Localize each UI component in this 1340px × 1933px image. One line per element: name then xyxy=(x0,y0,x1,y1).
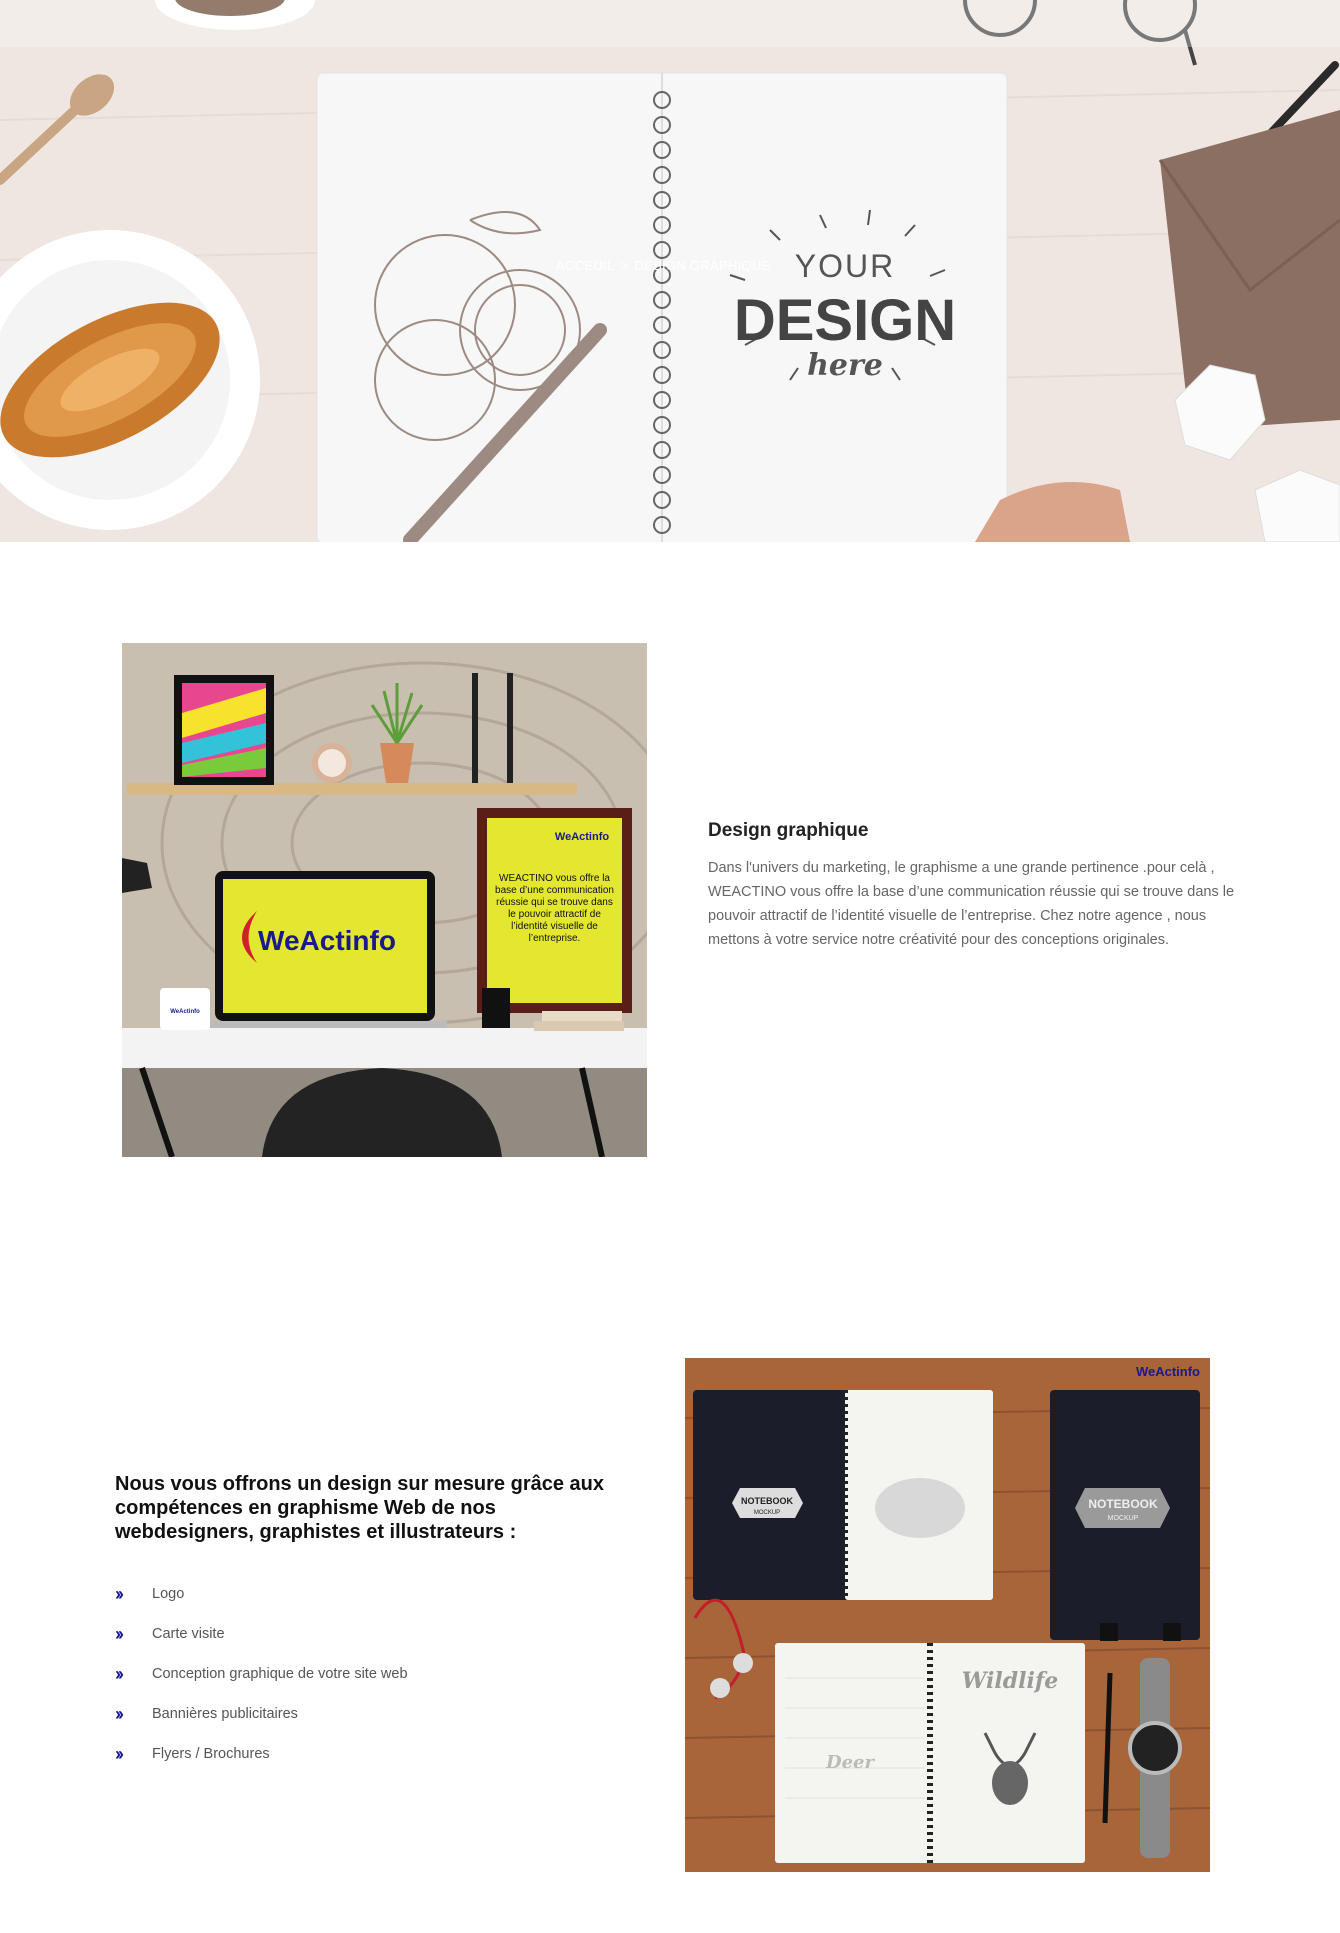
hero-text-design: DESIGN xyxy=(734,288,956,353)
laptop-brand-text: WeActinfo xyxy=(258,925,396,956)
list-item-label: Conception graphique de votre site web xyxy=(152,1666,408,1682)
hero-banner: YOUR DESIGN here ACCEUIL > DESIGN GRAPHIQU… xyxy=(0,0,1340,542)
design-mockup-image: WeActinfo WEACTINO vous offre la base d’… xyxy=(122,643,647,1157)
breadcrumb-home-link[interactable]: ACCEUIL xyxy=(556,258,614,273)
double-chevron-right-icon: ›› xyxy=(115,1663,124,1684)
mug-brand-text: WeActinfo xyxy=(170,1009,200,1015)
badge-left-line2: MOCKUP xyxy=(754,1510,780,1516)
badge-left-line1: NOTEBOOK xyxy=(741,1496,794,1506)
double-chevron-right-icon: ›› xyxy=(115,1703,124,1724)
badge-right-line2: MOCKUP xyxy=(1108,1515,1139,1522)
section-title: Design graphique xyxy=(708,820,869,841)
hero-text-here: here xyxy=(807,348,883,383)
list-item-label: Bannières publicitaires xyxy=(152,1706,298,1722)
breadcrumb-separator: > xyxy=(620,258,629,273)
notebook-mockup-image: WeActinfo NOTEBOOK MOCKUP NOTEBOOK MOCKU… xyxy=(685,1358,1210,1872)
breadcrumb-current: DESIGN GRAPHIQUE xyxy=(634,258,771,273)
list-item-label: Carte visite xyxy=(152,1626,225,1642)
double-chevron-right-icon: ›› xyxy=(115,1583,124,1604)
frame-brand-text: WeActinfo xyxy=(555,831,609,843)
breadcrumb: ACCEUIL > DESIGN GRAPHIQUE xyxy=(556,258,771,273)
mockup-brand-text: WeActinfo xyxy=(1136,1364,1200,1379)
double-chevron-right-icon: ›› xyxy=(115,1623,124,1644)
list-item: ›› Conception graphique de votre site we… xyxy=(115,1654,635,1694)
list-item: ›› Logo xyxy=(115,1574,635,1614)
hero-text-your: YOUR xyxy=(795,248,895,284)
list-item-label: Flyers / Brochures xyxy=(152,1746,270,1762)
page-wildlife-text: Wildlife xyxy=(962,1668,1059,1694)
design-graphique-block: Design graphique Dans l'univers du marke… xyxy=(708,820,1238,952)
services-list: ›› Logo ›› Carte visite ›› Conception gr… xyxy=(115,1574,635,1774)
list-item-label: Logo xyxy=(152,1586,185,1602)
frame-body-text: WEACTINO vous offre la base d’une commun… xyxy=(495,873,614,944)
list-item: ›› Carte visite xyxy=(115,1614,635,1654)
badge-right-line1: NOTEBOOK xyxy=(1088,1497,1158,1511)
services-block: Nous vous offrons un design sur mesure g… xyxy=(115,1472,635,1774)
list-item: ›› Flyers / Brochures xyxy=(115,1734,635,1774)
section-body: Dans l'univers du marketing, le graphism… xyxy=(708,860,1235,948)
page-deer-text: Deer xyxy=(825,1752,876,1773)
list-item: ›› Bannières publicitaires xyxy=(115,1694,635,1734)
services-title: Nous vous offrons un design sur mesure g… xyxy=(115,1473,605,1543)
double-chevron-right-icon: ›› xyxy=(115,1743,124,1764)
